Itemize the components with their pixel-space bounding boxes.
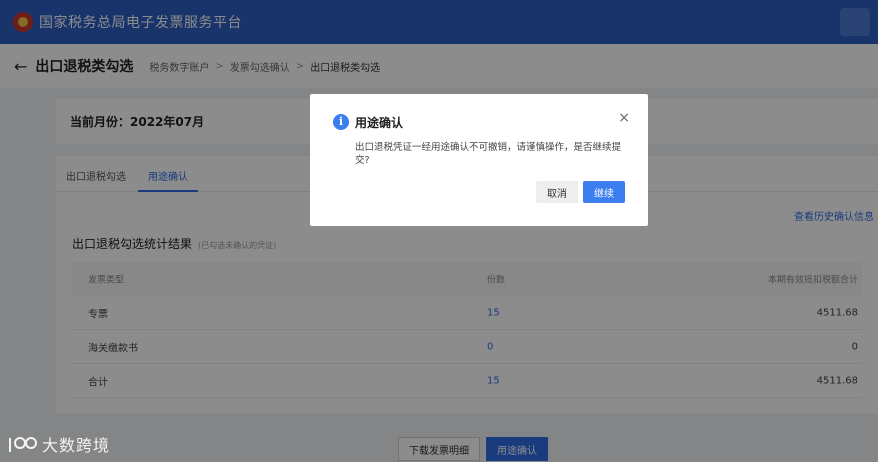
info-icon: i bbox=[333, 114, 349, 130]
close-icon[interactable]: × bbox=[618, 110, 630, 126]
confirm-dialog: i 用途确认 × 出口退税凭证一经用途确认不可撤销，请谨慎操作，是否继续提交? … bbox=[310, 94, 648, 226]
modal-overlay bbox=[0, 0, 878, 462]
dialog-message: 出口退税凭证一经用途确认不可撤销，请谨慎操作，是否继续提交? bbox=[355, 142, 622, 166]
dialog-title: 用途确认 bbox=[355, 116, 404, 130]
watermark-logo-icon bbox=[9, 437, 37, 452]
watermark: 大数跨境 bbox=[6, 432, 110, 456]
continue-button[interactable]: 继续 bbox=[583, 181, 625, 203]
cancel-button[interactable]: 取消 bbox=[536, 181, 578, 203]
watermark-text: 大数跨境 bbox=[42, 436, 111, 455]
